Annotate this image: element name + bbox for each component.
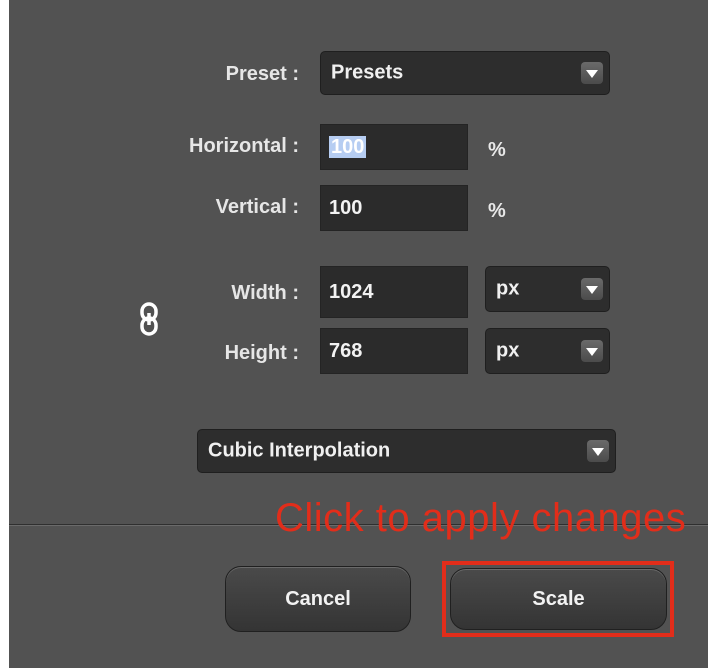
vertical-unit: %	[488, 200, 506, 222]
scale-dialog: Preset : Presets Horizontal : 100 % Vert…	[9, 0, 708, 668]
chevron-down-icon	[581, 278, 603, 300]
interpolation-select[interactable]: Cubic Interpolation	[197, 429, 616, 473]
chevron-down-icon	[581, 340, 603, 362]
height-input[interactable]: 768	[320, 328, 468, 374]
scale-button-highlight	[442, 561, 674, 637]
vertical-input[interactable]: 100	[320, 185, 468, 231]
width-input[interactable]: 1024	[320, 266, 468, 318]
chevron-down-icon	[587, 440, 609, 462]
horizontal-label: Horizontal :	[189, 135, 299, 157]
preset-label: Preset :	[225, 63, 299, 85]
cancel-button[interactable]: Cancel	[225, 566, 411, 632]
chevron-down-icon	[581, 62, 603, 84]
horizontal-value: 100	[329, 136, 367, 158]
height-unit-value: px	[496, 339, 520, 362]
width-unit-value: px	[496, 277, 520, 300]
vertical-label: Vertical :	[215, 196, 299, 218]
horizontal-unit: %	[488, 139, 506, 161]
chain-link-icon[interactable]	[138, 302, 160, 336]
horizontal-input[interactable]: 100	[320, 124, 468, 170]
interpolation-value: Cubic Interpolation	[208, 439, 391, 462]
preset-value: Presets	[331, 61, 404, 84]
height-unit-select[interactable]: px	[485, 328, 610, 374]
apply-changes-annotation: Click to apply changes	[275, 496, 687, 540]
preset-select[interactable]: Presets	[320, 51, 610, 95]
height-label: Height :	[224, 342, 299, 364]
width-label: Width :	[231, 282, 299, 304]
width-unit-select[interactable]: px	[485, 266, 610, 312]
